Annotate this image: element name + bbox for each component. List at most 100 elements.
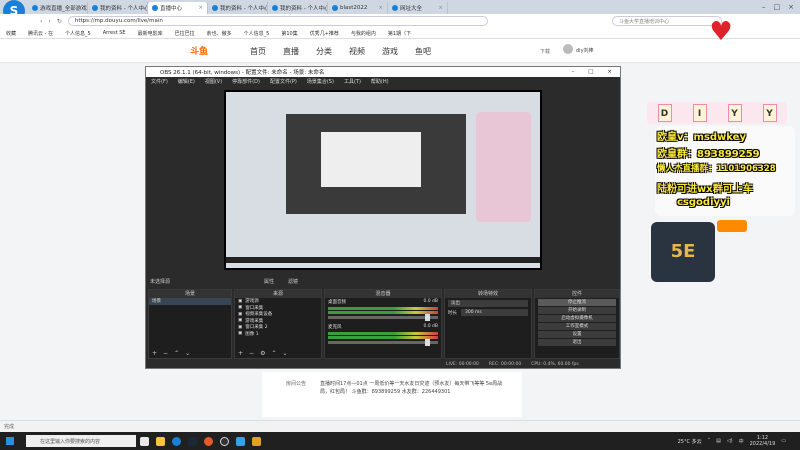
start-recording-button[interactable]: 开始录制 [538, 307, 616, 314]
browser-tab-active[interactable]: 直播中心 × [148, 2, 208, 14]
user-name[interactable]: diy刘棒 [576, 47, 594, 54]
close-window-icon[interactable]: × [788, 3, 794, 11]
menu-item[interactable]: 配置文件(P) [270, 78, 297, 85]
bookmark-item[interactable]: 优秀几+推荐 [310, 30, 339, 37]
nav-category[interactable]: 分类 [316, 46, 332, 57]
scene-item[interactable]: 场景 [149, 298, 231, 305]
properties-button[interactable]: 属性 [264, 278, 274, 285]
clock[interactable]: 1:12 2022/4/19 [750, 435, 776, 447]
obs-preview[interactable] [224, 90, 542, 270]
browser-tab[interactable]: 我的资料 - 个人中心× [208, 2, 268, 14]
menu-item[interactable]: 场景集合(S) [307, 78, 334, 85]
menu-item[interactable]: 编辑(E) [178, 78, 195, 85]
menu-item[interactable]: 视图(V) [205, 78, 222, 85]
scenes-header: 场景 [149, 290, 231, 298]
menu-item[interactable]: 文件(F) [151, 78, 168, 85]
bookmark-item[interactable]: 收藏 [6, 30, 16, 37]
douyu-logo[interactable]: 斗鱼 [190, 44, 230, 58]
nav-fishbar[interactable]: 鱼吧 [415, 46, 431, 57]
slider-handle[interactable] [425, 314, 430, 321]
url-input[interactable]: https://mp.douyu.com/live/main [67, 16, 488, 26]
move-up-icon[interactable]: ⌃ [174, 350, 179, 357]
gear-icon[interactable]: ⚙ [260, 350, 265, 357]
input-language[interactable]: 中 [739, 438, 744, 445]
bookmark-item[interactable]: 第10集 [281, 30, 297, 37]
nav-live[interactable]: 直播 [283, 46, 299, 57]
download-link[interactable]: 下载 [540, 48, 550, 55]
add-icon[interactable]: + [238, 350, 243, 357]
studio-mode-button[interactable]: 工作室模式 [538, 323, 616, 330]
maximize-icon[interactable]: □ [588, 69, 593, 75]
controls-header: 控件 [535, 290, 619, 298]
close-icon[interactable]: × [198, 5, 203, 11]
virtual-camera-button[interactable]: 启动虚拟摄像机 [538, 315, 616, 322]
avatar[interactable] [563, 44, 573, 54]
close-icon[interactable]: × [607, 69, 612, 75]
chevron-up-icon[interactable]: ˄ [708, 438, 711, 444]
transition-select[interactable]: 淡出 [448, 300, 528, 307]
refresh-icon[interactable]: ↻ [57, 18, 62, 25]
exit-button[interactable]: 退出 [538, 339, 616, 346]
settings-button[interactable]: 设置 [538, 331, 616, 338]
taskbar-app[interactable] [136, 432, 152, 450]
menu-item[interactable]: 停靠部件(D) [232, 78, 260, 85]
network-icon[interactable]: ▤ [716, 438, 721, 444]
remove-icon[interactable]: − [163, 350, 168, 357]
volume-slider[interactable] [328, 314, 438, 321]
volume-slider[interactable] [328, 339, 438, 346]
close-icon[interactable]: × [438, 5, 443, 11]
stop-streaming-button[interactable]: 停止推流 [538, 299, 616, 306]
mixer-panel: 混音器 桌面音频 0.0 dB 麦克风 0.0 dB [324, 289, 442, 359]
bookmark-item[interactable]: 个人信息_5 [244, 30, 270, 37]
menu-item[interactable]: 帮助(H) [371, 78, 389, 85]
browser-tab[interactable]: 我的资料 - 个人中心× [268, 2, 328, 14]
browser-search-input[interactable]: 斗鱼大学直播培训中心 [612, 16, 722, 26]
minimize-icon[interactable]: – [571, 69, 574, 75]
duration-input[interactable]: 300 ms [461, 309, 528, 316]
taskbar-search-input[interactable]: 在这里输入你要搜索的内容 [26, 435, 136, 447]
nav-video[interactable]: 视频 [349, 46, 365, 57]
start-button[interactable] [0, 432, 20, 450]
browser-tab[interactable]: blast2022 × [328, 2, 388, 14]
move-up-icon[interactable]: ⌃ [271, 350, 276, 357]
nav-home[interactable]: 首页 [250, 46, 266, 57]
remove-icon[interactable]: − [249, 350, 254, 357]
add-icon[interactable]: + [152, 350, 157, 357]
taskbar-app[interactable] [216, 432, 232, 450]
volume-icon[interactable]: ◁) [727, 438, 733, 444]
taskbar-app[interactable] [200, 432, 216, 450]
taskbar-app[interactable] [184, 432, 200, 450]
browser-statusbar: 完成 [0, 420, 800, 432]
taskbar-app[interactable] [232, 432, 248, 450]
bookmark-item[interactable]: 个人信息_5 [65, 30, 91, 37]
forward-icon[interactable]: › [48, 18, 50, 25]
bookmark-item[interactable]: 腾讯云 - 在 [28, 30, 53, 37]
notification-icon[interactable]: ▭ [781, 438, 786, 444]
weather[interactable]: 25°C 多云 [678, 438, 702, 445]
menu-item[interactable]: 工具(T) [344, 78, 361, 85]
bookmark-item[interactable]: 俞也、傲多 [207, 30, 232, 37]
minimize-icon[interactable]: – [762, 3, 766, 11]
bookmark-item[interactable]: 第1期（下 [388, 30, 411, 37]
bookmark-item[interactable]: 巴拉巴拉 [175, 30, 195, 37]
taskbar-app[interactable] [248, 432, 264, 450]
bookmark-item[interactable]: 与我的组内 [351, 30, 376, 37]
browser-tab[interactable]: 游戏直播_全部游戏直播× [28, 2, 88, 14]
bookmark-item[interactable]: 最新电影库 [138, 30, 163, 37]
5e-logo-icon: 5E [651, 222, 715, 282]
source-item[interactable]: ▣ 图像 1 [235, 331, 321, 338]
browser-tab[interactable]: 我的资料 - 个人中心× [88, 2, 148, 14]
taskbar-app[interactable] [152, 432, 168, 450]
bookmark-item[interactable]: Arrest SE [103, 30, 126, 36]
move-down-icon[interactable]: ⌄ [185, 350, 190, 357]
browser-tab[interactable]: 网址大全 × [388, 2, 448, 14]
maximize-icon[interactable]: □ [774, 3, 781, 11]
nav-game[interactable]: 游戏 [382, 46, 398, 57]
move-down-icon[interactable]: ⌄ [282, 350, 287, 357]
slider-handle[interactable] [425, 339, 430, 346]
back-icon[interactable]: ‹ [40, 18, 42, 25]
close-icon[interactable]: × [378, 5, 383, 11]
taskbar: 在这里输入你要搜索的内容 25°C 多云 ˄ ▤ ◁) 中 1:12 2022/… [0, 432, 800, 450]
taskbar-app[interactable] [168, 432, 184, 450]
filters-button[interactable]: 滤镜 [288, 278, 298, 285]
